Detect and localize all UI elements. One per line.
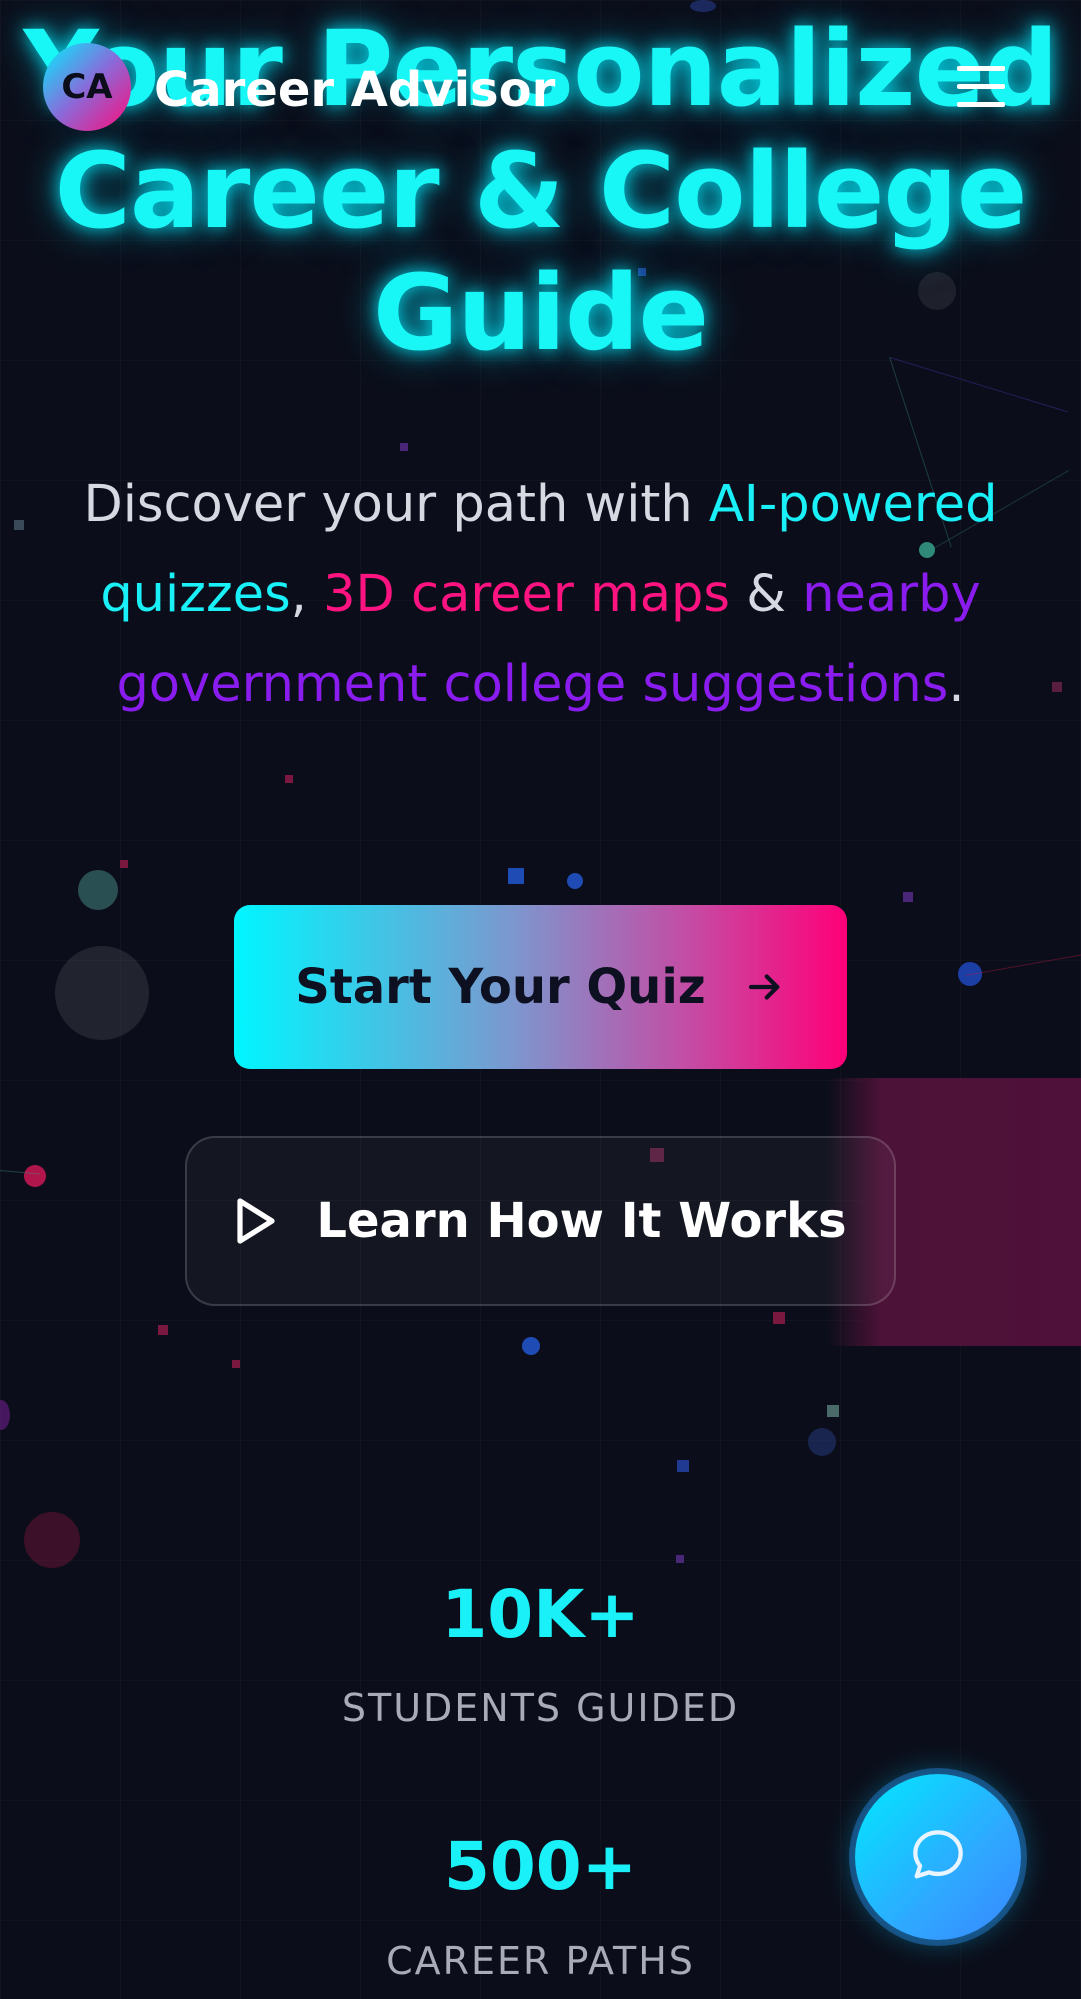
learn-how-it-works-label: Learn How It Works: [316, 1193, 847, 1249]
brand-name[interactable]: Career Advisor: [154, 60, 555, 120]
stat-value: 10K+: [441, 1576, 640, 1653]
start-quiz-label: Start Your Quiz: [295, 959, 706, 1015]
subtitle-separator: &: [730, 565, 803, 624]
subtitle-prefix: Discover your path with: [83, 475, 709, 534]
subtitle-suffix: .: [948, 655, 965, 714]
stat-label: STUDENTS GUIDED: [341, 1686, 740, 1730]
subtitle-separator: ,: [290, 565, 324, 624]
page: Your Personalized Career & College Guide…: [0, 0, 1081, 1999]
header: CA Career Advisor: [0, 0, 1081, 176]
play-icon: [234, 1196, 278, 1246]
start-quiz-button[interactable]: Start Your Quiz: [234, 905, 847, 1069]
chat-button[interactable]: [855, 1774, 1021, 1940]
logo-badge[interactable]: CA: [43, 43, 131, 131]
learn-how-it-works-button[interactable]: Learn How It Works: [185, 1136, 896, 1306]
chat-bubble-icon: [906, 1823, 970, 1891]
hamburger-menu-icon[interactable]: [955, 64, 1007, 108]
stat-label: CAREER PATHS: [386, 1939, 695, 1983]
logo-initials: CA: [61, 67, 113, 107]
hero-subtitle: Discover your path with AI-powered quizz…: [60, 460, 1021, 730]
subtitle-highlight-career-maps: 3D career maps: [323, 565, 730, 624]
arrow-right-icon: [744, 966, 786, 1008]
